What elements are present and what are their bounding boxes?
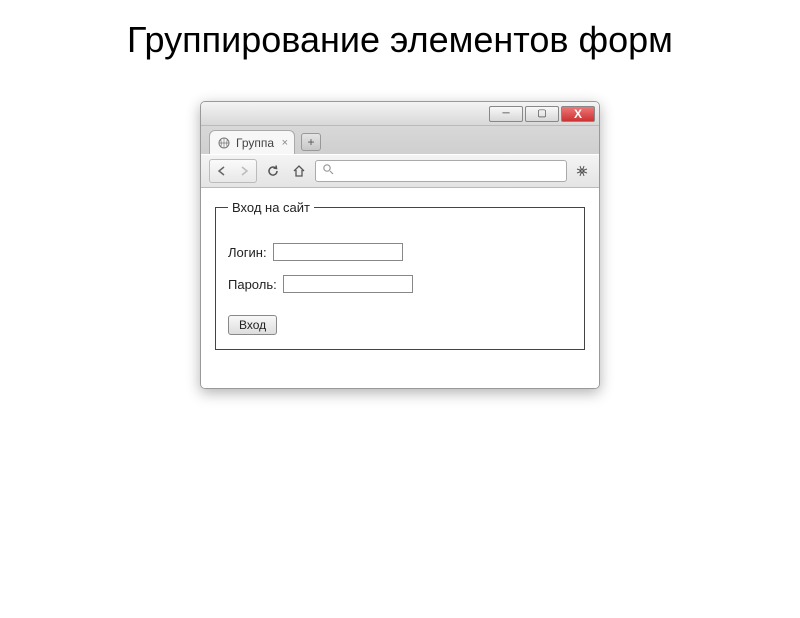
reload-button[interactable] (263, 161, 283, 181)
login-fieldset: Вход на сайт Логин: Пароль: Вход (215, 200, 585, 350)
close-button[interactable]: X (561, 106, 595, 122)
tab-close-icon[interactable]: × (282, 137, 288, 149)
search-icon (322, 162, 334, 180)
browser-tab[interactable]: Группа × (209, 130, 295, 154)
back-button[interactable] (212, 161, 232, 181)
url-bar[interactable] (315, 160, 567, 182)
browser-toolbar (201, 154, 599, 188)
login-input[interactable] (273, 243, 403, 261)
browser-window: ─ ▢ X Группа × + (200, 101, 600, 389)
minimize-button[interactable]: ─ (489, 106, 523, 122)
settings-button[interactable] (573, 162, 591, 180)
tab-strip: Группа × + (201, 126, 599, 154)
login-label: Логин: (228, 245, 267, 260)
fieldset-legend: Вход на сайт (228, 200, 314, 215)
password-input[interactable] (283, 275, 413, 293)
tab-title: Группа (236, 136, 274, 150)
slide-title: Группирование элементов форм (0, 18, 800, 61)
login-row: Логин: (228, 243, 572, 261)
submit-button[interactable]: Вход (228, 315, 277, 335)
new-tab-button[interactable]: + (301, 133, 321, 151)
password-label: Пароль: (228, 277, 277, 292)
forward-button[interactable] (234, 161, 254, 181)
nav-arrows-group (209, 159, 257, 183)
home-button[interactable] (289, 161, 309, 181)
page-content: Вход на сайт Логин: Пароль: Вход (201, 188, 599, 388)
password-row: Пароль: (228, 275, 572, 293)
globe-icon (218, 137, 230, 149)
maximize-button[interactable]: ▢ (525, 106, 559, 122)
window-titlebar: ─ ▢ X (201, 102, 599, 126)
